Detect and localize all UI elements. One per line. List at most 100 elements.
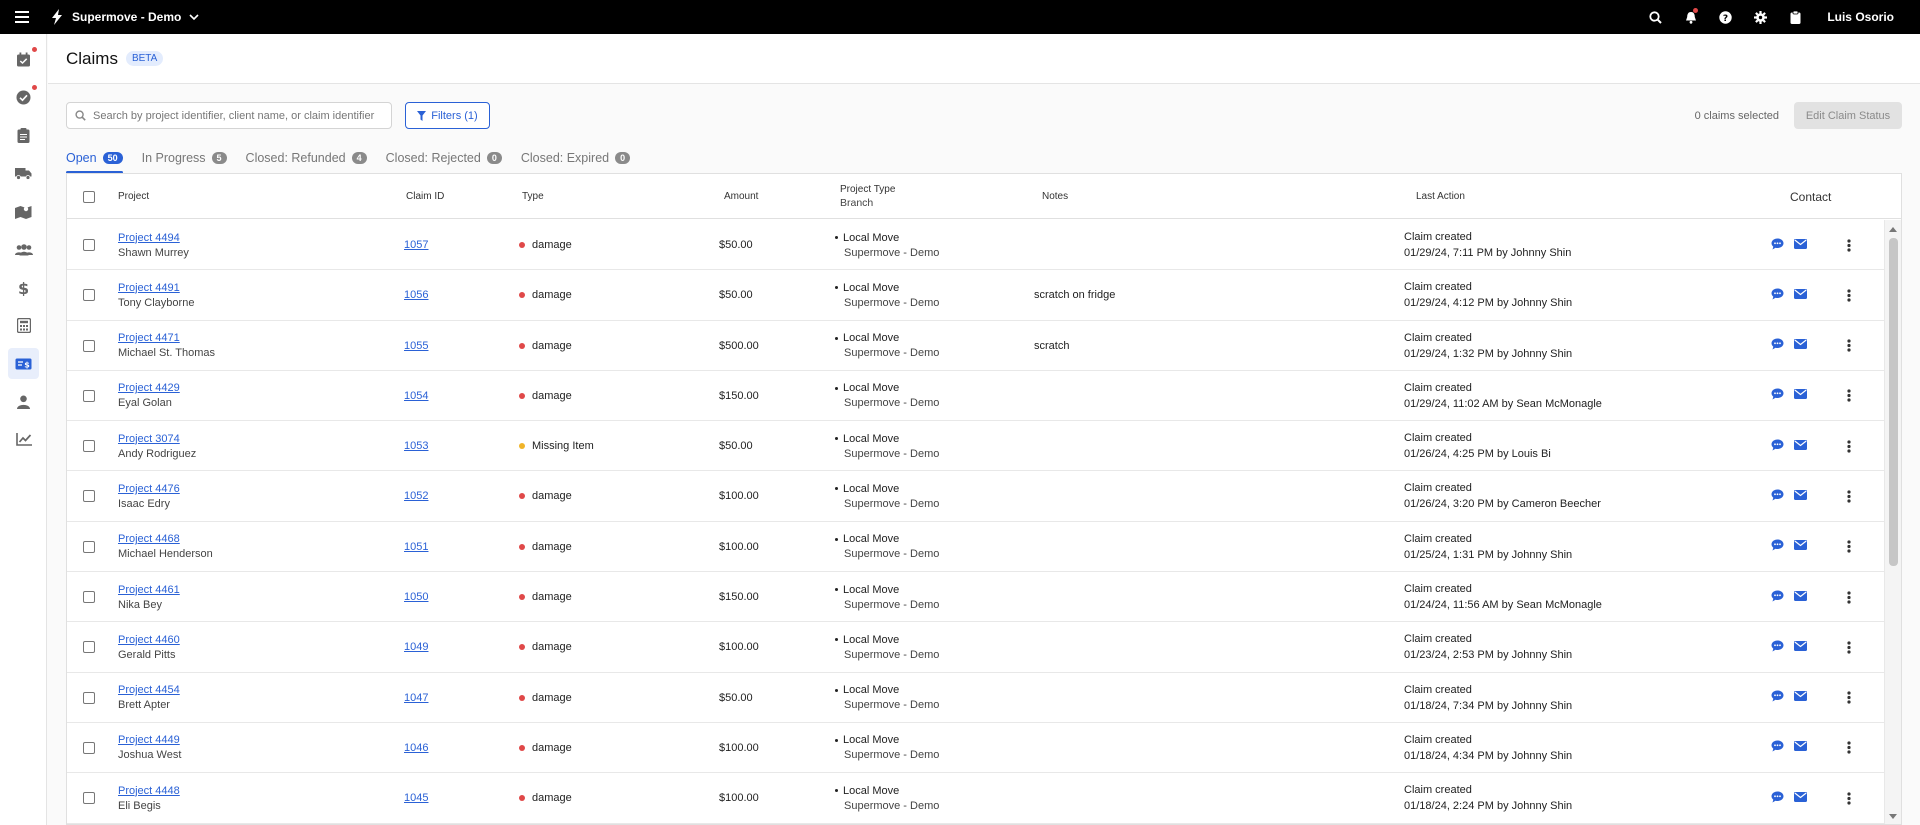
claim-id-link[interactable]: 1047 [404,692,428,704]
scroll-up-arrow[interactable] [1889,227,1897,232]
column-header-last-action[interactable]: Last Action [1416,174,1465,219]
org-switcher[interactable]: Supermove - Demo [50,9,199,25]
row-checkbox[interactable] [83,691,95,704]
tab-closed-rejected[interactable]: Closed: Rejected 0 [386,145,502,171]
project-link[interactable]: Project 4494 [118,232,189,244]
project-link[interactable]: Project 4454 [118,684,180,696]
column-header-amount[interactable]: Amount [724,174,758,219]
row-checkbox[interactable] [83,239,95,251]
row-actions-button[interactable] [1842,622,1856,672]
row-actions-button[interactable] [1842,723,1856,773]
row-actions-button[interactable] [1842,471,1856,521]
email-button[interactable] [1794,691,1807,704]
claim-id-link[interactable]: 1045 [404,792,428,804]
row-actions-button[interactable] [1842,673,1856,723]
project-link[interactable]: Project 3074 [118,433,196,445]
tab-open[interactable]: Open 50 [66,145,123,174]
project-link[interactable]: Project 4460 [118,634,180,646]
claim-id-link[interactable]: 1053 [404,440,428,452]
sms-button[interactable] [1771,640,1784,655]
row-checkbox[interactable] [83,289,95,302]
sms-button[interactable] [1771,740,1784,755]
sidebar-item-billing[interactable]: $ [8,272,39,303]
row-actions-button[interactable] [1842,270,1856,320]
project-link[interactable]: Project 4491 [118,282,194,294]
sidebar-item-estimates[interactable] [8,310,39,341]
notifications-button[interactable] [1673,0,1708,34]
sidebar-item-users[interactable] [8,386,39,417]
sms-button[interactable] [1771,338,1784,353]
email-button[interactable] [1794,339,1807,352]
email-button[interactable] [1794,439,1807,453]
row-actions-button[interactable] [1842,773,1856,823]
row-actions-button[interactable] [1842,321,1856,371]
select-all-checkbox[interactable] [83,190,95,203]
claim-id-link[interactable]: 1052 [404,490,428,502]
row-checkbox[interactable] [83,440,95,453]
row-checkbox[interactable] [83,792,95,805]
row-checkbox[interactable] [83,741,95,754]
claim-id-link[interactable]: 1057 [404,239,428,251]
tab-closed-refunded[interactable]: Closed: Refunded 4 [246,145,367,171]
row-actions-button[interactable] [1842,421,1856,471]
project-link[interactable]: Project 4468 [118,533,213,545]
sms-button[interactable] [1771,388,1784,403]
sidebar-item-reports[interactable] [8,424,39,455]
scroll-down-arrow[interactable] [1889,814,1897,819]
claim-id-link[interactable]: 1049 [404,641,428,653]
column-header-type[interactable]: Type [522,174,544,219]
sms-button[interactable] [1771,439,1784,454]
project-link[interactable]: Project 4476 [118,483,180,495]
filters-button[interactable]: Filters (1) [405,102,490,129]
sidebar-item-routes[interactable] [8,196,39,227]
user-name[interactable]: Luis Osorio [1827,10,1894,24]
sidebar-item-calendar[interactable] [8,44,39,75]
claim-id-link[interactable]: 1055 [404,340,428,352]
sms-button[interactable] [1771,791,1784,806]
project-link[interactable]: Project 4449 [118,734,181,746]
row-actions-button[interactable] [1842,572,1856,622]
settings-button[interactable] [1743,0,1778,34]
claim-id-link[interactable]: 1054 [404,390,428,402]
email-button[interactable] [1794,238,1807,252]
table-scrollbar[interactable] [1884,220,1901,824]
sms-button[interactable] [1771,690,1784,705]
sidebar-item-projects[interactable] [8,120,39,151]
tab-in-progress[interactable]: In Progress 5 [142,145,227,171]
project-link[interactable]: Project 4461 [118,584,180,596]
sidebar-item-customers[interactable] [8,234,39,265]
email-button[interactable] [1794,540,1807,553]
tasks-button[interactable] [1778,0,1813,34]
email-button[interactable] [1794,489,1807,503]
menu-button[interactable] [0,0,44,34]
row-checkbox[interactable] [83,641,95,654]
help-button[interactable]: ? [1708,0,1743,34]
sms-button[interactable] [1771,539,1784,554]
claim-id-link[interactable]: 1056 [404,289,428,301]
sms-button[interactable] [1771,489,1784,504]
sidebar-item-tasks[interactable] [8,82,39,113]
sidebar-item-dispatch[interactable] [8,158,39,189]
column-header-project[interactable]: Project [118,174,149,219]
email-button[interactable] [1794,741,1807,754]
claim-id-link[interactable]: 1051 [404,541,428,553]
scroll-thumb[interactable] [1889,238,1898,566]
project-link[interactable]: Project 4448 [118,785,180,797]
email-button[interactable] [1794,389,1807,402]
sms-button[interactable] [1771,590,1784,605]
row-checkbox[interactable] [83,540,95,553]
claim-id-link[interactable]: 1046 [404,742,428,754]
email-button[interactable] [1794,791,1807,805]
row-checkbox[interactable] [83,339,95,352]
row-actions-button[interactable] [1842,371,1856,421]
search-field[interactable] [66,102,392,129]
sms-button[interactable] [1771,288,1784,303]
sms-button[interactable] [1771,238,1784,253]
row-checkbox[interactable] [83,389,95,402]
tab-closed-expired[interactable]: Closed: Expired 0 [521,145,631,171]
row-actions-button[interactable] [1842,522,1856,572]
row-checkbox[interactable] [83,490,95,503]
search-input[interactable] [93,109,383,122]
email-button[interactable] [1794,640,1807,654]
search-button[interactable] [1638,0,1673,34]
